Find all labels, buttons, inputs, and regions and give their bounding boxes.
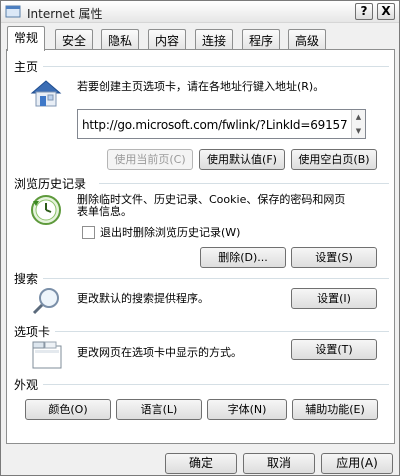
history-description-line2: 表单信息。 <box>77 205 132 218</box>
cancel-button[interactable]: 取消 <box>243 453 315 474</box>
home-page-url-input[interactable]: http://go.microsoft.com/fwlink/?LinkId=6… <box>77 109 366 139</box>
tab-general[interactable]: 常规 <box>7 26 46 51</box>
scroll-up-icon[interactable]: ▲ <box>352 110 365 124</box>
apply-button[interactable]: 应用(A) <box>321 453 393 474</box>
accessibility-button[interactable]: 辅助功能(E) <box>292 399 378 420</box>
tabbed-browsing-icon <box>32 341 62 369</box>
close-button[interactable]: X <box>377 3 395 20</box>
delete-on-exit-label: 退出时删除浏览历史记录(W) <box>100 226 241 239</box>
tabs-section-title: 选项卡 <box>14 325 51 339</box>
home-page-url-value: http://go.microsoft.com/fwlink/?LinkId=6… <box>82 118 348 132</box>
tab-advanced[interactable]: 高级 <box>288 29 327 50</box>
internet-options-dialog: Internet 属性 ? X 常规 安全 隐私 内容 连接 程序 高级 主页 … <box>0 0 400 476</box>
scroll-down-icon[interactable]: ▼ <box>352 124 365 138</box>
colors-button[interactable]: 颜色(O) <box>25 399 111 420</box>
home-section-title: 主页 <box>14 60 39 74</box>
appearance-section-title: 外观 <box>14 378 39 392</box>
delete-on-exit-checkbox[interactable] <box>82 226 95 239</box>
tabs-description: 更改网页在选项卡中显示的方式。 <box>77 346 242 359</box>
search-divider <box>43 278 389 279</box>
tab-strip: 常规 安全 隐私 内容 连接 程序 高级 <box>7 26 347 51</box>
tab-connections[interactable]: 连接 <box>195 29 234 50</box>
history-clock-icon <box>31 195 61 225</box>
tabs-divider <box>55 331 389 332</box>
home-divider <box>43 66 389 67</box>
use-blank-button[interactable]: 使用空白页(B) <box>291 149 377 170</box>
tab-content[interactable]: 内容 <box>148 29 187 50</box>
appearance-divider <box>43 384 389 385</box>
search-magnifier-icon <box>32 288 59 315</box>
ok-button[interactable]: 确定 <box>165 453 237 474</box>
title-bar: Internet 属性 ? X <box>1 1 399 23</box>
fonts-button[interactable]: 字体(N) <box>207 399 287 420</box>
search-description: 更改默认的搜索提供程序。 <box>77 292 209 305</box>
delete-history-button[interactable]: 删除(D)... <box>200 247 286 268</box>
tab-programs[interactable]: 程序 <box>242 29 281 50</box>
search-settings-button[interactable]: 设置(I) <box>291 288 377 309</box>
home-description: 若要创建主页选项卡，请在各地址行键入地址(R)。 <box>77 80 325 93</box>
tabs-settings-button[interactable]: 设置(T) <box>291 339 377 360</box>
history-settings-button[interactable]: 设置(S) <box>291 247 377 268</box>
general-tab-panel: 主页 若要创建主页选项卡，请在各地址行键入地址(R)。 http://go.mi… <box>6 49 395 444</box>
history-divider <box>99 183 389 184</box>
languages-button[interactable]: 语言(L) <box>116 399 202 420</box>
help-button[interactable]: ? <box>355 3 373 20</box>
use-default-button[interactable]: 使用默认值(F) <box>199 149 285 170</box>
tab-privacy[interactable]: 隐私 <box>101 29 140 50</box>
history-section-title: 浏览历史记录 <box>14 177 87 191</box>
window-title: Internet 属性 <box>27 7 103 21</box>
use-current-button[interactable]: 使用当前页(C) <box>107 149 193 170</box>
tab-security[interactable]: 安全 <box>55 29 94 50</box>
home-icon <box>30 80 62 107</box>
internet-explorer-icon <box>5 5 21 18</box>
url-scrollbar[interactable]: ▲ ▼ <box>351 110 365 138</box>
